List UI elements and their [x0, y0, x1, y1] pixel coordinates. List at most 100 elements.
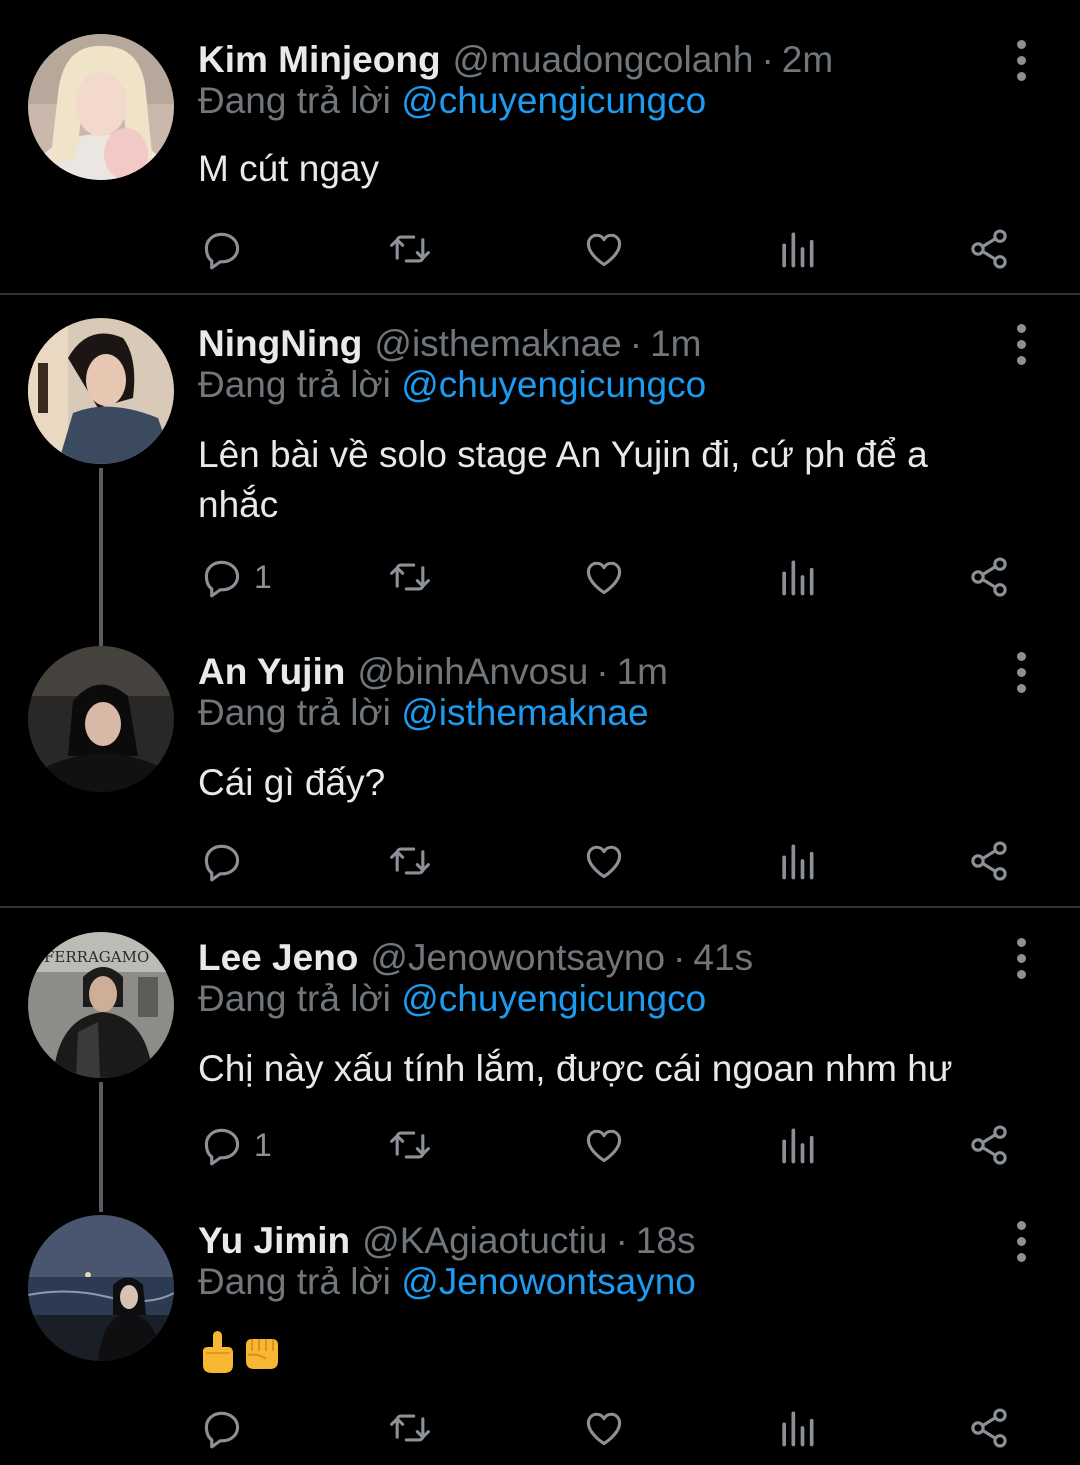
reply-icon	[200, 555, 244, 599]
share-button[interactable]	[967, 1120, 1011, 1170]
retweet-button[interactable]	[388, 552, 432, 602]
like-button[interactable]	[582, 224, 626, 274]
display-name[interactable]: Lee Jeno	[198, 937, 358, 979]
share-icon	[967, 1123, 1011, 1167]
display-name[interactable]: NingNing	[198, 323, 362, 365]
analytics-button[interactable]	[775, 1120, 819, 1170]
like-icon	[582, 1406, 626, 1450]
share-icon	[967, 227, 1011, 271]
reply-button[interactable]: 1	[200, 1120, 272, 1170]
tweet-text: Cái gì đấy?	[198, 762, 386, 803]
user-handle[interactable]: @muadongcolanh	[453, 39, 754, 81]
user-handle[interactable]: @Jenowontsayno	[370, 937, 665, 979]
reply-button[interactable]	[200, 1403, 254, 1453]
tweet-text: Lên bài về solo stage An Yujin đi, cứ ph…	[198, 434, 928, 525]
like-button[interactable]	[582, 1403, 626, 1453]
mention-link[interactable]: @chuyengicungco	[401, 80, 706, 121]
analytics-button[interactable]	[775, 1403, 819, 1453]
replying-label: Đang trả lời	[198, 80, 391, 121]
timestamp[interactable]: 1m	[617, 651, 668, 693]
tweet-divider	[0, 906, 1080, 908]
more-icon[interactable]	[1000, 38, 1042, 82]
reply-button[interactable]	[200, 224, 254, 274]
mention-link[interactable]: @chuyengicungco	[401, 364, 706, 405]
separator: ·	[629, 323, 643, 364]
like-button[interactable]	[582, 836, 626, 886]
user-handle[interactable]: @isthemaknae	[374, 323, 621, 365]
replying-label: Đang trả lời	[198, 978, 391, 1019]
tweet-header: NingNing @isthemaknae · 1m	[198, 322, 702, 366]
share-icon	[967, 555, 1011, 599]
mention-link[interactable]: @isthemaknae	[401, 692, 648, 733]
like-icon	[582, 227, 626, 271]
replying-to: Đang trả lời @chuyengicungco	[198, 978, 706, 1020]
share-button[interactable]	[967, 836, 1011, 886]
display-name[interactable]: Kim Minjeong	[198, 39, 441, 81]
more-icon[interactable]	[1000, 322, 1042, 366]
tweet-header: Kim Minjeong @muadongcolanh · 2m	[198, 38, 833, 82]
more-icon[interactable]	[1000, 1219, 1042, 1263]
action-bar: 1	[195, 1120, 1025, 1170]
analytics-button[interactable]	[775, 552, 819, 602]
avatar[interactable]	[28, 1215, 174, 1361]
user-handle[interactable]: @KAgiaotuctiu	[362, 1220, 607, 1262]
tweet-ningning[interactable]: NingNing @isthemaknae · 1m Đang trả lời …	[0, 318, 1080, 622]
timestamp[interactable]: 41s	[693, 937, 753, 979]
avatar[interactable]	[28, 34, 174, 180]
mention-link[interactable]: @Jenowontsayno	[401, 1261, 696, 1302]
retweet-button[interactable]	[388, 224, 432, 274]
timestamp[interactable]: 1m	[650, 323, 701, 365]
more-icon[interactable]	[1000, 650, 1042, 694]
like-icon	[582, 555, 626, 599]
like-button[interactable]	[582, 552, 626, 602]
avatar[interactable]	[28, 318, 174, 464]
share-button[interactable]	[967, 224, 1011, 274]
tweet-divider	[0, 293, 1080, 295]
retweet-button[interactable]	[388, 1120, 432, 1170]
tweet-lee-jeno[interactable]: FERRAGAMO Lee Jeno @Jenowontsayno · 41s …	[0, 932, 1080, 1186]
retweet-icon	[388, 227, 432, 271]
action-bar	[195, 224, 1025, 274]
display-name[interactable]: Yu Jimin	[198, 1220, 350, 1262]
retweet-icon	[388, 839, 432, 883]
retweet-icon	[388, 1123, 432, 1167]
replying-label: Đang trả lời	[198, 1261, 391, 1302]
tweet-header: An Yujin @binhAnvosu · 1m	[198, 650, 668, 694]
retweet-button[interactable]	[388, 1403, 432, 1453]
tweet-kim-minjeong[interactable]: Kim Minjeong @muadongcolanh · 2m Đang tr…	[0, 34, 1080, 288]
replying-label: Đang trả lời	[198, 364, 391, 405]
tweet-an-yujin[interactable]: An Yujin @binhAnvosu · 1m Đang trả lời @…	[0, 646, 1080, 900]
analytics-icon	[775, 555, 819, 599]
middle-finger-emoji	[203, 1331, 233, 1373]
action-bar	[195, 836, 1025, 886]
timestamp[interactable]: 18s	[636, 1220, 696, 1262]
separator: ·	[761, 39, 774, 80]
timestamp[interactable]: 2m	[782, 39, 833, 81]
share-button[interactable]	[967, 552, 1011, 602]
display-name[interactable]: An Yujin	[198, 651, 345, 693]
avatar[interactable]: FERRAGAMO	[28, 932, 174, 1078]
avatar[interactable]	[28, 646, 174, 792]
reply-icon	[200, 1123, 244, 1167]
analytics-icon	[775, 839, 819, 883]
retweet-button[interactable]	[388, 836, 432, 886]
like-icon	[582, 1123, 626, 1167]
user-handle[interactable]: @binhAnvosu	[357, 651, 588, 693]
more-icon[interactable]	[1000, 936, 1042, 980]
tweet-text: Chị này xấu tính lắm, được cái ngoan nhm…	[198, 1048, 953, 1089]
share-button[interactable]	[967, 1403, 1011, 1453]
analytics-icon	[775, 1123, 819, 1167]
replying-label: Đang trả lời	[198, 692, 391, 733]
tweet-yu-jimin[interactable]: Yu Jimin @KAgiaotuctiu · 18s Đang trả lờ…	[0, 1215, 1080, 1465]
like-button[interactable]	[582, 1120, 626, 1170]
analytics-button[interactable]	[775, 224, 819, 274]
reply-button[interactable]	[200, 836, 254, 886]
reply-count: 1	[254, 558, 272, 595]
tweet-text: M cút ngay	[198, 148, 379, 189]
mention-link[interactable]: @chuyengicungco	[401, 978, 706, 1019]
analytics-icon	[775, 227, 819, 271]
replying-to: Đang trả lời @chuyengicungco	[198, 364, 706, 406]
analytics-icon	[775, 1406, 819, 1450]
reply-button[interactable]: 1	[200, 552, 272, 602]
analytics-button[interactable]	[775, 836, 819, 886]
